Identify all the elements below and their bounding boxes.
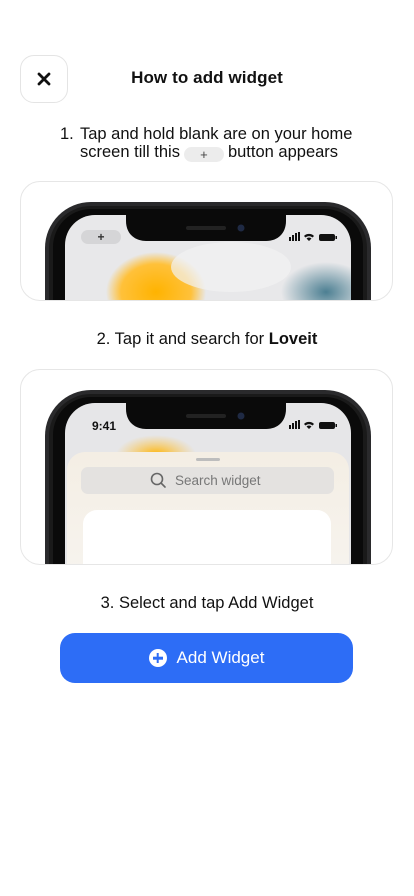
step-1-line-2-after: button appears (227, 143, 339, 161)
phone-illustration-search: 9:41 Search widget (20, 369, 393, 565)
phone-illustration-home: + (20, 181, 393, 301)
phone-home-illustration: + (45, 202, 371, 300)
step-2-bold: Loveit (268, 330, 318, 348)
step-1-line-1: Tap and hold blank are on your home (80, 125, 353, 143)
page-title: How to add widget (131, 68, 283, 87)
plus-circle-icon (148, 649, 167, 667)
step-1-line-2-before: screen till this (80, 143, 180, 161)
step-3-instruction: 3. Select and tap Add Widget (100, 594, 314, 612)
search-widget-placeholder: Search widget (175, 473, 261, 488)
svg-text:+: + (97, 230, 104, 244)
step-1-line-2: screen till this + button appears (80, 143, 338, 162)
plus-pill-icon: + (183, 147, 224, 162)
add-widget-label: Add Widget (176, 648, 265, 667)
step-2-text: 2. Tap it and search for (96, 330, 269, 348)
step-2-instruction: 2. Tap it and search for Loveit (0, 330, 414, 349)
phone-search-illustration (45, 390, 371, 564)
add-widget-button[interactable]: Add Widget (60, 633, 353, 683)
step-1-number: 1. (60, 125, 74, 143)
phone-time: 9:41 (92, 419, 117, 433)
